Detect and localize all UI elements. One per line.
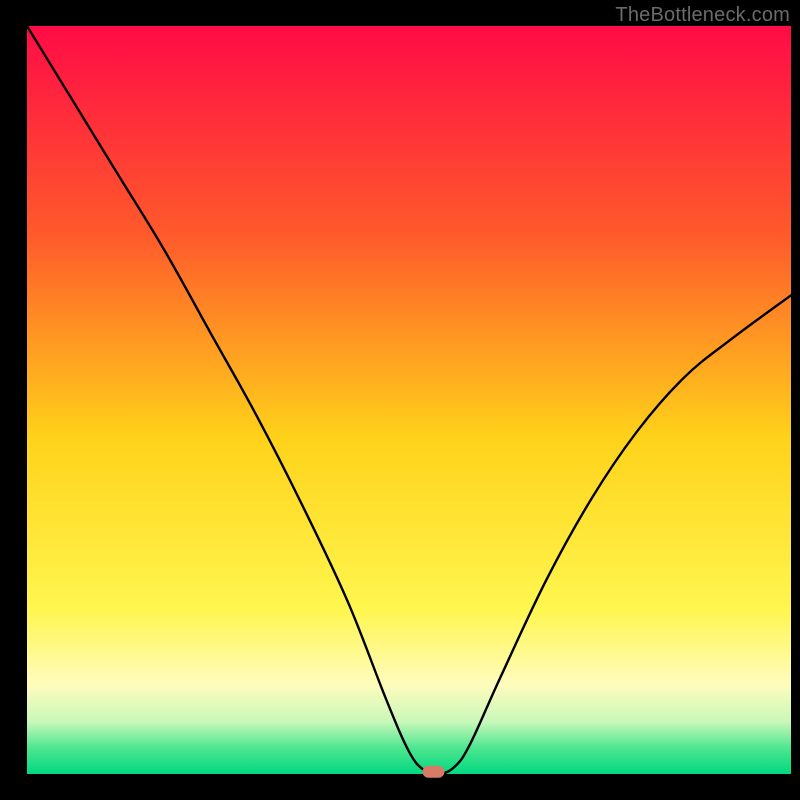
- bottleneck-chart: [0, 0, 800, 800]
- chart-frame: TheBottleneck.com: [0, 0, 800, 800]
- optimal-point-marker: [422, 766, 444, 778]
- watermark-text: TheBottleneck.com: [615, 4, 790, 27]
- plot-background: [27, 26, 791, 774]
